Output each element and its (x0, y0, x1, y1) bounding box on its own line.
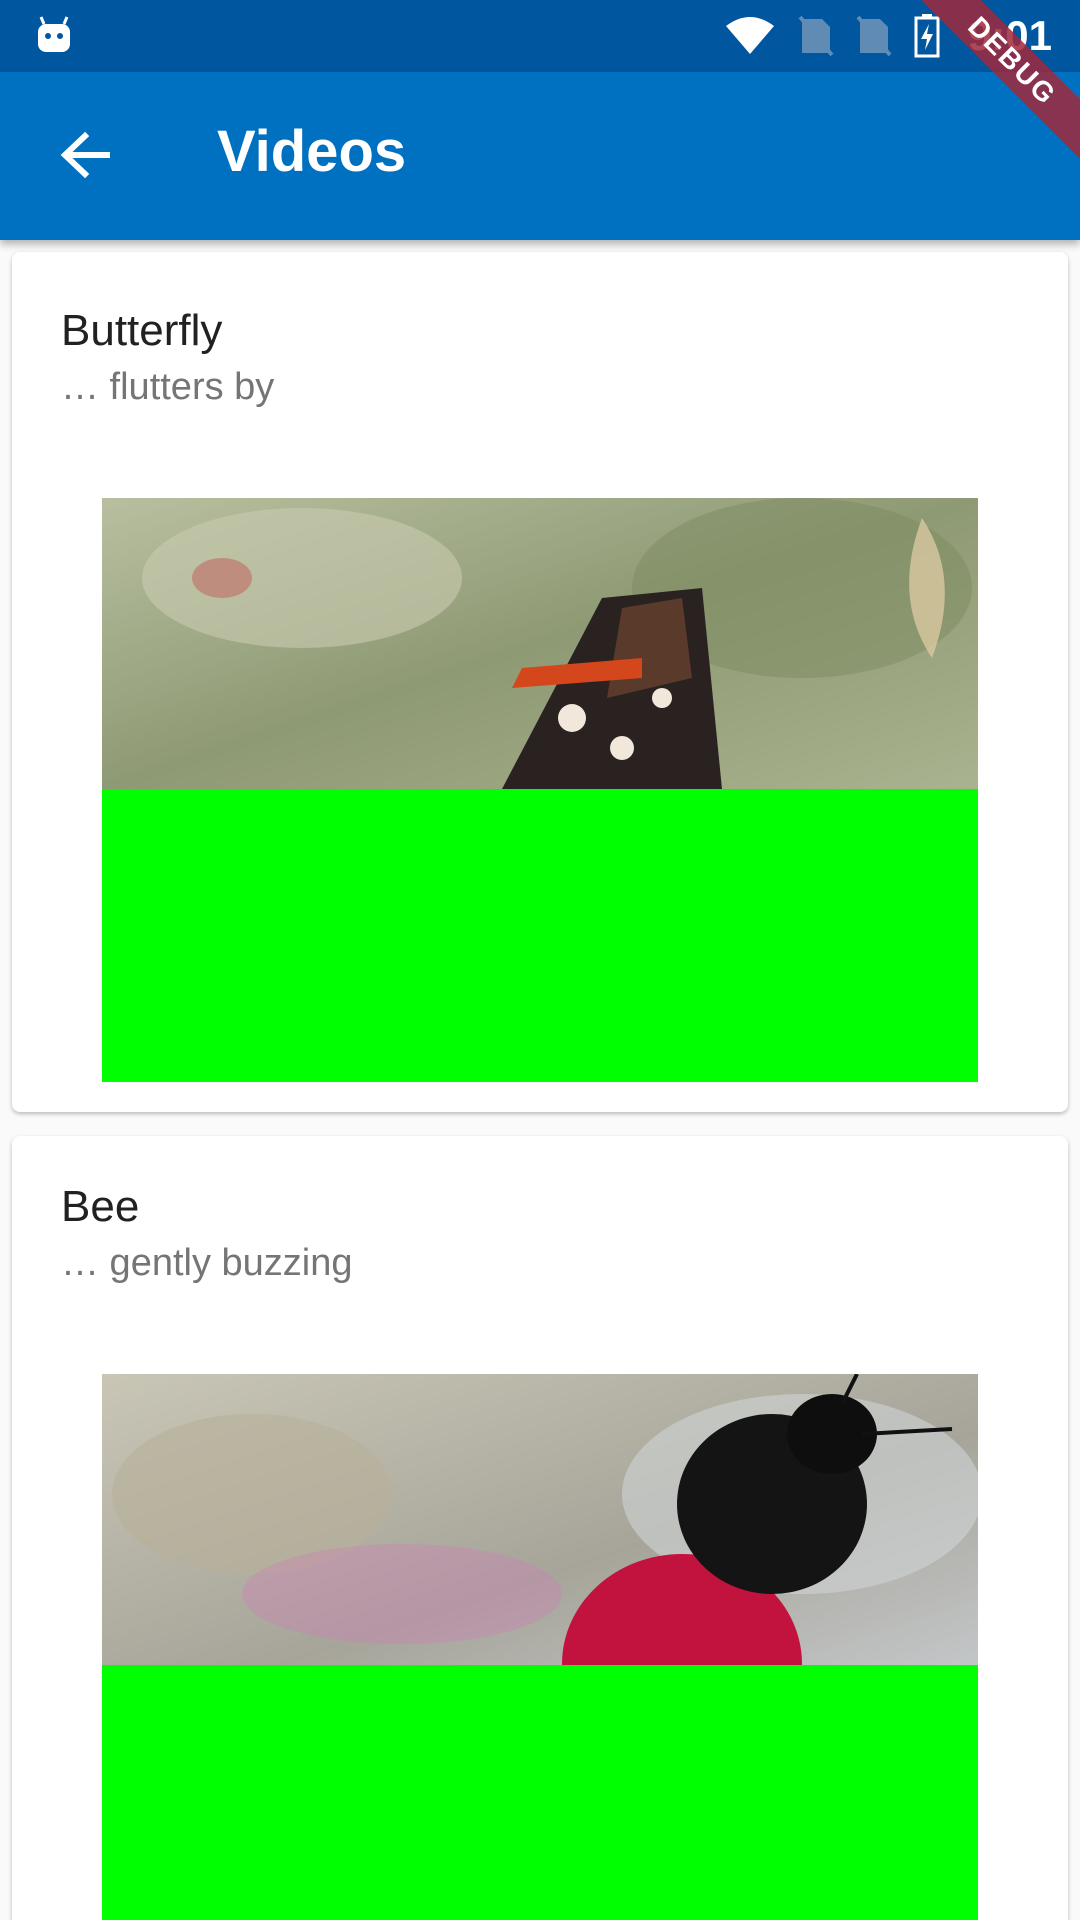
arrow-back-icon (60, 131, 110, 179)
bee-frame (102, 1374, 978, 1665)
butterfly-frame (102, 498, 978, 789)
video-player[interactable] (102, 498, 978, 1082)
video-green-area (102, 1665, 978, 1920)
video-title: Bee (61, 1182, 140, 1231)
android-debug-icon (38, 16, 70, 52)
video-subtitle: … gently buzzing (61, 1242, 353, 1284)
video-list[interactable]: Butterfly … flutters by Bee … gently buz… (0, 240, 1080, 1920)
no-sim-icon (856, 15, 892, 57)
video-title: Butterfly (61, 306, 223, 355)
battery-charging-icon (914, 14, 940, 58)
page-title: Videos (217, 119, 407, 184)
status-time: 9:01 (967, 12, 1052, 59)
status-bar: 9:01 (0, 0, 1080, 72)
video-green-area (102, 789, 978, 1082)
video-player[interactable] (102, 1374, 978, 1920)
app-bar: Videos (0, 72, 1080, 240)
no-sim-icon (798, 15, 834, 57)
back-button[interactable] (40, 110, 130, 200)
video-card-bee[interactable]: Bee … gently buzzing (12, 1136, 1068, 1920)
status-icons: 9:01 (724, 0, 1052, 72)
wifi-icon (725, 17, 774, 54)
video-subtitle: … flutters by (61, 366, 275, 408)
video-card-butterfly[interactable]: Butterfly … flutters by (12, 252, 1068, 1112)
